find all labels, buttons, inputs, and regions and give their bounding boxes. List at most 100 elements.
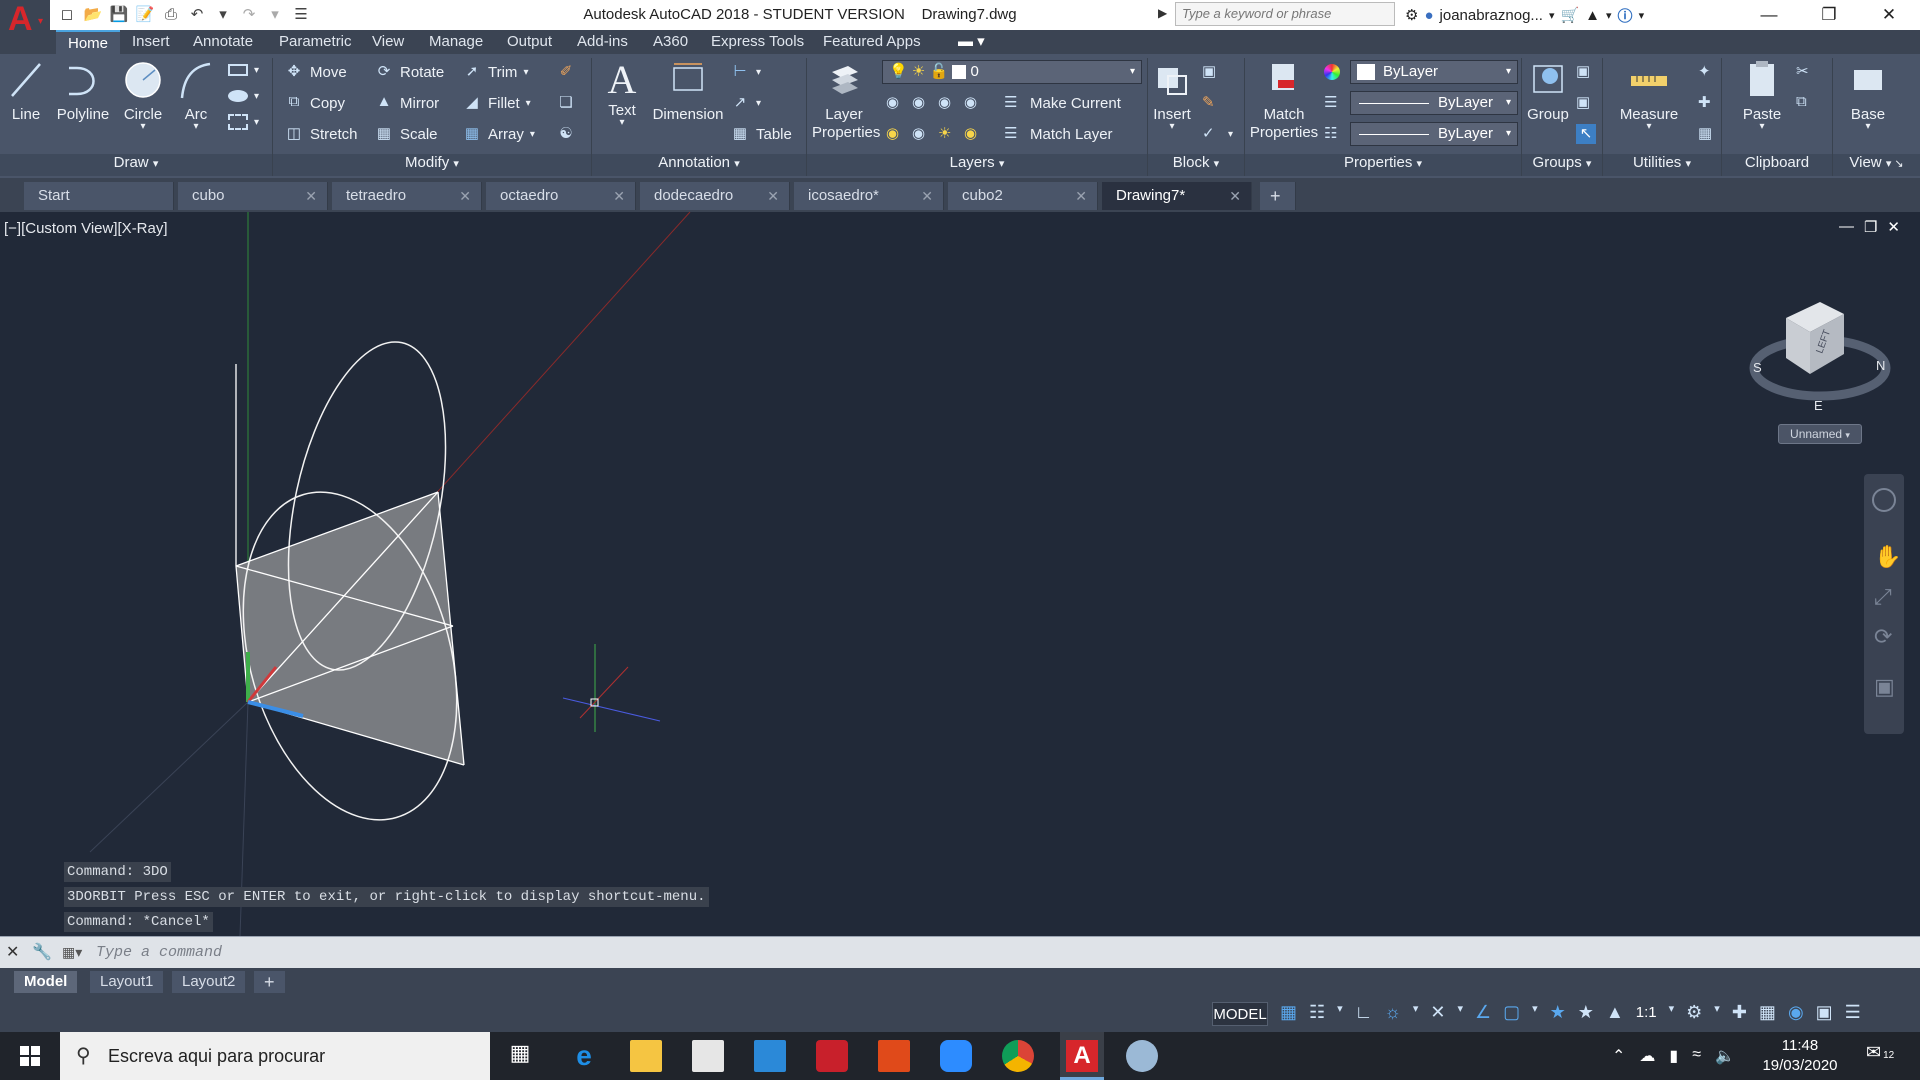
undo-dropdown-icon[interactable]: ▾ (212, 4, 234, 26)
redo-icon[interactable]: ↷ (238, 4, 260, 26)
layers-panel-title[interactable]: Layers ▾ (807, 154, 1147, 176)
command-customize-icon[interactable]: 🔧 (32, 942, 52, 962)
tab-parametric[interactable]: Parametric (279, 30, 352, 54)
edit-block-button[interactable]: ✎ (1202, 91, 1222, 115)
workspace-dropdown-icon[interactable]: ▾ (1714, 1002, 1720, 1024)
stretch-button[interactable]: ◫ Stretch (284, 122, 358, 146)
view-panel-title[interactable]: View ▾ ↘ (1833, 154, 1920, 176)
command-prompt-icon[interactable]: ▦▾ (62, 944, 82, 961)
polar-dropdown-icon[interactable]: ▾ (1413, 1002, 1419, 1024)
layer-merge-icon[interactable]: ◉ (912, 124, 932, 144)
print-icon[interactable]: ⎙ (160, 4, 182, 26)
id-point-button[interactable]: ✚ (1698, 91, 1718, 115)
rotate-button[interactable]: ⟳ Rotate (374, 60, 445, 84)
workspace-gear-icon[interactable]: ⚙ (1686, 1002, 1702, 1024)
annotation-monitor-icon[interactable]: ✚ (1732, 1002, 1747, 1024)
text-button[interactable]: A Text ▾ (600, 58, 644, 128)
draw-panel-title[interactable]: Draw ▾ (0, 154, 272, 176)
arc-button[interactable]: Arc ▾ (176, 58, 216, 132)
rectangle-button[interactable]: ▾ (228, 58, 259, 82)
scale-button[interactable]: ▦ Scale (374, 122, 438, 146)
drawing-viewport[interactable]: [−][Custom View][X-Ray] — ❐ ✕ S N E LEFT… (0, 212, 1920, 936)
tab-annotate[interactable]: Annotate (193, 30, 253, 54)
tab-manage[interactable]: Manage (429, 30, 483, 54)
new-file-icon[interactable]: ◻ (56, 4, 78, 26)
layout-tab-model[interactable]: Model (14, 971, 78, 993)
properties-panel-title[interactable]: Properties ▾ (1245, 154, 1521, 176)
save-icon[interactable]: 💾 (108, 4, 130, 26)
undo-icon[interactable]: ↶ (186, 4, 208, 26)
match-properties-button[interactable]: Match Properties (1248, 58, 1320, 142)
array-button[interactable]: ▦ Array ▾ (462, 122, 535, 146)
tab-output[interactable]: Output (507, 30, 552, 54)
tab-a360[interactable]: A360 (653, 30, 688, 54)
command-close-icon[interactable]: ✕ (6, 942, 19, 962)
steering-wheel-icon[interactable] (1872, 488, 1896, 512)
cart-icon[interactable]: 🛒 (1560, 6, 1579, 24)
doc-tab-octaedro[interactable]: octaedro ✕ (486, 182, 636, 210)
doc-tab-cubo2[interactable]: cubo2 ✕ (948, 182, 1098, 210)
showmotion-icon[interactable]: ▣ (1874, 674, 1895, 700)
utilities-panel-title[interactable]: Utilities ▾ (1603, 154, 1721, 176)
dimension-button[interactable]: Dimension (650, 58, 726, 123)
ucs-menu-button[interactable]: Unnamed ▾ (1778, 424, 1862, 444)
layer-off-icon[interactable]: ◉ (886, 93, 906, 113)
make-current-button[interactable]: ☰ Make Current (1004, 91, 1121, 115)
layout-tab-layout2[interactable]: Layout2 (172, 971, 246, 993)
new-layout-button[interactable]: + (254, 971, 285, 993)
close-tab-icon[interactable]: ✕ (1229, 182, 1241, 210)
layer-freeze-tool-icon[interactable]: ◉ (938, 93, 958, 113)
modify-panel-title[interactable]: Modify ▾ (273, 154, 591, 176)
layout-tab-layout1[interactable]: Layout1 (90, 971, 164, 993)
tab-home[interactable]: Home (56, 30, 121, 54)
ortho-icon[interactable]: ∟ (1355, 1002, 1373, 1024)
doc-tab-cubo[interactable]: cubo ✕ (178, 182, 328, 210)
linear-dim-button[interactable]: ⊢ ▾ (730, 60, 761, 84)
title-chevron-icon[interactable]: ▶ (1158, 6, 1167, 20)
command-input[interactable]: Type a command (96, 941, 1896, 965)
tab-express-tools[interactable]: Express Tools (711, 30, 804, 54)
a360-icon[interactable]: ▲ (1585, 7, 1600, 24)
layer-lock-tool-icon[interactable]: ◉ (964, 93, 984, 113)
line-button[interactable]: Line (6, 58, 46, 123)
autocad-taskbar-button[interactable]: A (1060, 1032, 1104, 1080)
file-explorer-icon[interactable] (630, 1040, 662, 1072)
save-as-icon[interactable]: 📝 (134, 4, 156, 26)
hatch-button[interactable]: ▾ (228, 84, 259, 108)
customize-qat-icon[interactable]: ☰ (290, 4, 312, 26)
paint-app-icon[interactable] (1126, 1040, 1158, 1072)
annotation-panel-title[interactable]: Annotation ▾ (592, 154, 806, 176)
tab-insert[interactable]: Insert (132, 30, 170, 54)
color-wheel-button[interactable] (1324, 60, 1340, 84)
linetype-dropdown[interactable]: ByLayer ▾ (1350, 122, 1518, 146)
group-selection-button[interactable]: ↖ (1576, 122, 1596, 146)
close-icon[interactable]: ✕ (1860, 0, 1918, 30)
start-button[interactable] (0, 1032, 60, 1080)
layer-unlock-icon[interactable]: ◉ (964, 124, 984, 144)
measure-button[interactable]: Measure ▾ (1614, 58, 1684, 132)
tab-add-ins[interactable]: Add-ins (577, 30, 628, 54)
object-snap-dropdown-icon[interactable]: ▾ (1532, 1002, 1538, 1024)
isodraft-icon[interactable]: ✕ (1430, 1002, 1445, 1024)
base-view-button[interactable]: Base ▾ (1840, 58, 1896, 132)
help-icon[interactable]: ⓘ (1618, 5, 1633, 26)
fillet-button[interactable]: ◢ Fillet ▾ (462, 91, 530, 115)
polar-icon[interactable]: ☼ (1384, 1002, 1401, 1024)
orbit-icon[interactable]: ⟳ (1874, 624, 1892, 650)
auto-scale-icon[interactable]: ★ (1578, 1002, 1594, 1024)
table-button[interactable]: ▦ Table (730, 122, 792, 146)
offset-button[interactable]: ☯ (556, 122, 576, 146)
leader-button[interactable]: ↗ ▾ (730, 91, 761, 115)
isodraft-dropdown-icon[interactable]: ▾ (1457, 1002, 1463, 1024)
user-dropdown-icon[interactable]: ▾ (1549, 9, 1555, 22)
linetype-button[interactable]: ☷ (1324, 122, 1344, 146)
block-panel-title[interactable]: Block ▾ (1148, 154, 1244, 176)
office-icon[interactable] (878, 1040, 910, 1072)
close-tab-icon[interactable]: ✕ (921, 182, 933, 210)
pan-hand-icon[interactable]: ✋ (1874, 544, 1901, 570)
viewcube[interactable]: S N E LEFT (1748, 288, 1892, 418)
doc-tab-drawing7[interactable]: Drawing7* ✕ (1102, 182, 1252, 210)
annotation-scale-icon[interactable]: ▲ (1606, 1002, 1624, 1024)
tray-chevron-icon[interactable]: ⌃ (1612, 1046, 1625, 1066)
doc-tab-start[interactable]: Start (24, 182, 174, 210)
